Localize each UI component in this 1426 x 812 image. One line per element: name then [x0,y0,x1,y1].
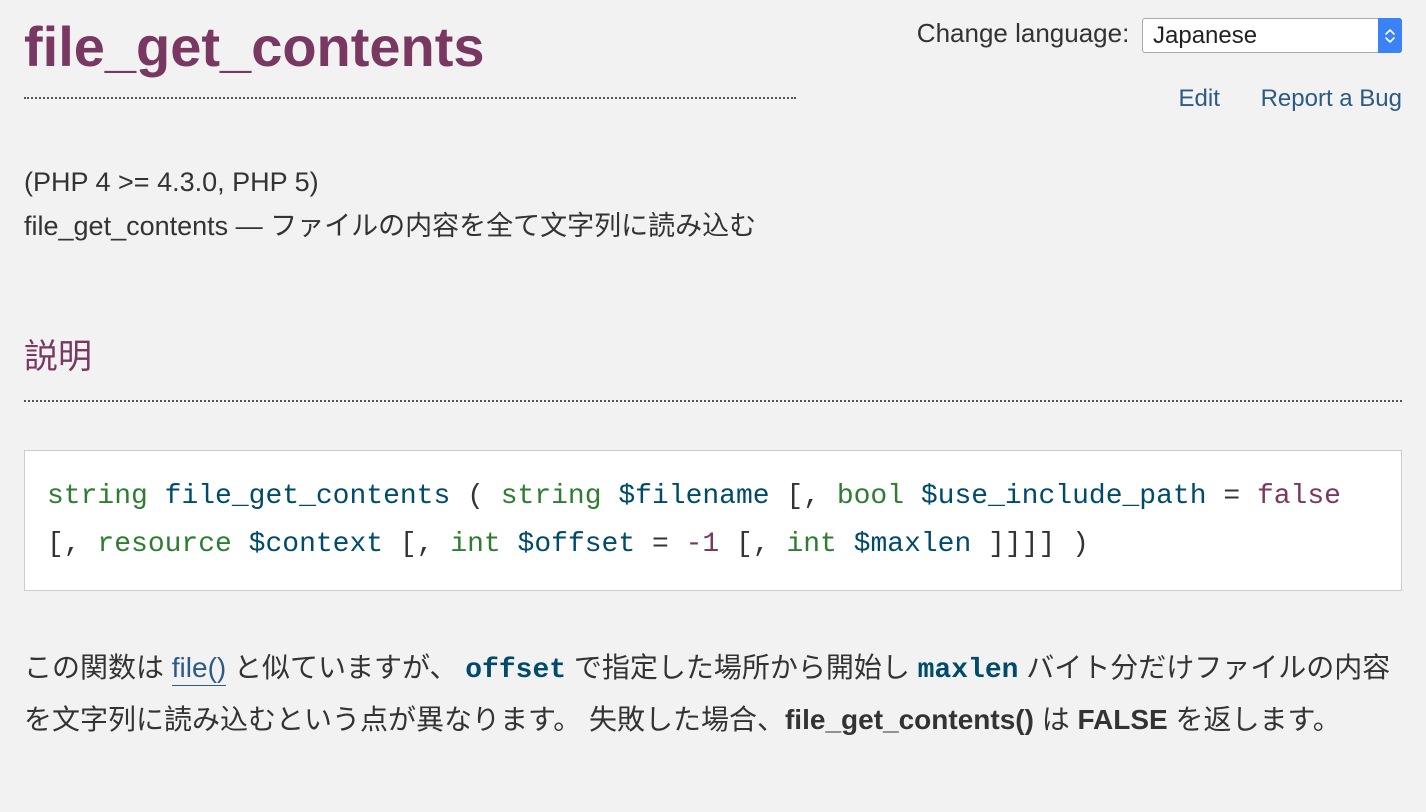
versions-text: (PHP 4 >= 4.3.0, PHP 5) [24,167,1402,198]
desc-t6: を返します。 [1168,704,1341,735]
sig-p4-default: -1 [686,529,720,560]
sig-p3-type: resource [97,529,231,560]
summary-desc: ファイルの内容を全て文字列に読み込む [270,211,756,241]
sig-func-name: file_get_contents [165,481,451,512]
sig-p5-type: int [786,529,836,560]
language-select[interactable]: Japanese [1142,18,1402,53]
desc-t3: で指定した場所から開始し [566,652,918,683]
sig-p2-type: bool [837,481,904,512]
summary-sep: — [228,211,270,241]
sig-punct: [, [786,481,836,512]
sig-punct: [, [47,529,97,560]
language-select-wrap: Japanese [1142,18,1402,53]
sig-p5-var: $maxlen [854,529,972,560]
page-tools: Change language: Japanese Edit Report a … [917,18,1402,113]
offset-code: offset [465,655,566,686]
sig-punct: ]]]] ) [988,529,1089,560]
false-bold: FALSE [1077,704,1167,735]
sig-p3-var: $context [249,529,383,560]
sig-punct: = [652,529,686,560]
desc-t1: この関数は [24,652,172,683]
tool-links: Edit Report a Bug [917,85,1402,113]
sig-return-type: string [47,481,148,512]
sig-p1-type: string [501,481,602,512]
sig-punct: ( [467,481,501,512]
summary-line: file_get_contents — ファイルの内容を全て文字列に読み込む [24,204,1402,243]
sig-punct: [, [400,529,450,560]
maxlen-code: maxlen [918,655,1019,686]
sig-punct: = [1223,481,1257,512]
report-bug-link[interactable]: Report a Bug [1261,85,1402,112]
php-doc-page: file_get_contents Change language: Japan… [0,0,1426,812]
desc-t5: は [1034,704,1078,735]
language-label: Change language: [917,18,1130,48]
section-description-heading: 説明 [24,329,1402,402]
sig-p2-var: $use_include_path [921,481,1207,512]
page-title: file_get_contents [24,18,796,99]
sig-p4-var: $offset [518,529,636,560]
header-row: file_get_contents Change language: Japan… [24,18,1402,113]
sig-p1-var: $filename [618,481,769,512]
edit-link[interactable]: Edit [1179,85,1220,112]
desc-t2: と似ていますが、 [226,652,465,683]
sig-punct: [, [736,529,786,560]
sig-p4-type: int [450,529,500,560]
description-paragraph: この関数は file() と似ていますが、 offset で指定した場所から開始… [24,643,1402,744]
function-signature: string file_get_contents ( string $filen… [24,450,1402,591]
summary-fn-name: file_get_contents [24,211,228,241]
language-row: Change language: Japanese [917,18,1402,53]
fn-bold: file_get_contents() [785,704,1034,735]
file-function-link[interactable]: file() [172,652,226,686]
sig-p2-default: false [1257,481,1341,512]
